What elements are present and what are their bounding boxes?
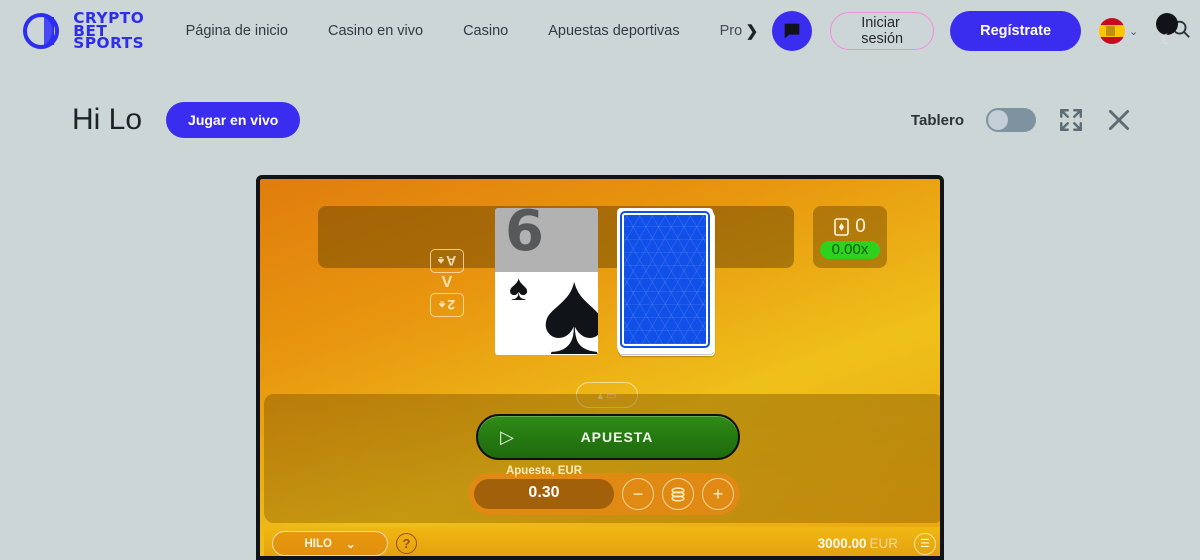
- main-nav: Página de inicio Casino en vivo Casino A…: [166, 22, 773, 40]
- chat-bubble-icon: [784, 23, 800, 39]
- balance-amount: 3000.00: [817, 536, 867, 551]
- language-selector[interactable]: ⌄: [1099, 18, 1138, 44]
- board-toggle[interactable]: [986, 108, 1036, 132]
- range-low-rank: 2: [447, 297, 456, 313]
- chevron-down-icon: ⌄: [345, 538, 356, 551]
- game-canvas: A ♠ V 2 ♠ 6 ♠ ♠: [256, 175, 944, 560]
- expand-icon: [1060, 109, 1082, 131]
- range-high-card: A ♠: [430, 249, 464, 273]
- fullscreen-button[interactable]: [1058, 107, 1084, 133]
- bet-amount-row: Apuesta, EUR 0.30 − +: [468, 465, 740, 515]
- nav-item-home[interactable]: Página de inicio: [166, 23, 308, 39]
- range-low-card: 2 ♠: [430, 293, 464, 317]
- nav-item-sports-betting[interactable]: Apuestas deportivas: [528, 23, 699, 39]
- deck-stack[interactable]: [617, 208, 717, 356]
- game-mode-value: HILO: [304, 537, 332, 550]
- balance-display: 3000.00 EUR: [818, 536, 898, 551]
- multiplier-badge: 0.00x: [819, 240, 881, 259]
- game-toolbar: Hi Lo Jugar en vivo Tablero: [0, 96, 1200, 144]
- bet-increase-button[interactable]: +: [702, 478, 734, 510]
- chat-button[interactable]: [772, 11, 813, 51]
- chips-icon: [671, 487, 685, 502]
- bet-decrease-button[interactable]: −: [622, 478, 654, 510]
- moon-icon: ☾: [1160, 31, 1174, 47]
- nav-item-casino[interactable]: Casino: [443, 23, 528, 39]
- chevron-right-icon[interactable]: ❯: [746, 22, 759, 40]
- flag-spain-icon: [1099, 18, 1126, 44]
- login-button[interactable]: Iniciar sesión: [830, 12, 935, 50]
- chips-button[interactable]: [662, 478, 694, 510]
- play-live-button[interactable]: Jugar en vivo: [166, 102, 301, 138]
- close-icon: [1108, 109, 1130, 131]
- game-mode-select[interactable]: HILO ⌄: [272, 531, 388, 556]
- brand-logo[interactable]: CRYPTO BET SPORTS: [22, 11, 144, 51]
- card-count-icon: [834, 217, 850, 236]
- help-button[interactable]: ?: [396, 533, 417, 554]
- page-title: Hi Lo: [72, 103, 143, 136]
- board-label: Tablero: [910, 111, 964, 129]
- bet-panel: ▷ APUESTA Apuesta, EUR 0.30 − +: [264, 394, 940, 523]
- game-toolbar-right: Tablero: [911, 107, 1132, 133]
- balance-currency: EUR: [869, 536, 898, 551]
- register-button[interactable]: Regístrate: [950, 11, 1082, 51]
- chevron-down-icon: ⌄: [1129, 25, 1139, 38]
- range-separator: V: [441, 274, 453, 291]
- game-bottom-bar: HILO ⌄ ? 3000.00 EUR ☰: [264, 527, 940, 556]
- menu-button[interactable]: ☰: [914, 532, 936, 555]
- board-toggle-knob: [988, 110, 1008, 130]
- brand-line-3: SPORTS: [73, 34, 145, 53]
- bet-button-label: APUESTA: [580, 429, 654, 445]
- score-panel: 0 0.00x: [813, 206, 887, 268]
- card-count-value: 0: [855, 215, 866, 237]
- dealt-card: 6 ♠ ♠: [495, 208, 598, 355]
- logo-mark-icon: [23, 13, 59, 49]
- nav-item-live-casino[interactable]: Casino en vivo: [308, 23, 443, 39]
- range-indicator: A ♠ V 2 ♠: [430, 249, 464, 317]
- bet-amount-input[interactable]: Apuesta, EUR 0.30: [474, 465, 614, 509]
- site-header: CRYPTO BET SPORTS Página de inicio Casin…: [0, 0, 1200, 62]
- deck-top-card[interactable]: [617, 208, 713, 351]
- card-shade-overlay: [495, 208, 598, 272]
- bet-amount-value: 0.30: [528, 484, 560, 501]
- bet-amount-label: Apuesta, EUR: [505, 465, 583, 477]
- close-button[interactable]: [1106, 107, 1132, 133]
- play-icon: ▷: [500, 426, 514, 447]
- range-high-rank: A: [446, 253, 457, 269]
- spade-icon: ♠: [438, 298, 446, 312]
- card-count-row: 0: [834, 216, 866, 238]
- bet-button[interactable]: ▷ APUESTA: [476, 414, 740, 460]
- dealt-card-suit-small: ♠: [509, 267, 529, 308]
- brand-wordmark: CRYPTO BET SPORTS: [73, 11, 145, 53]
- card-back-pattern: [620, 211, 710, 348]
- page-root: CRYPTO BET SPORTS Página de inicio Casin…: [0, 0, 1200, 560]
- nav-item-promotions[interactable]: Pro: [700, 23, 744, 39]
- spade-icon: ♠: [437, 254, 445, 268]
